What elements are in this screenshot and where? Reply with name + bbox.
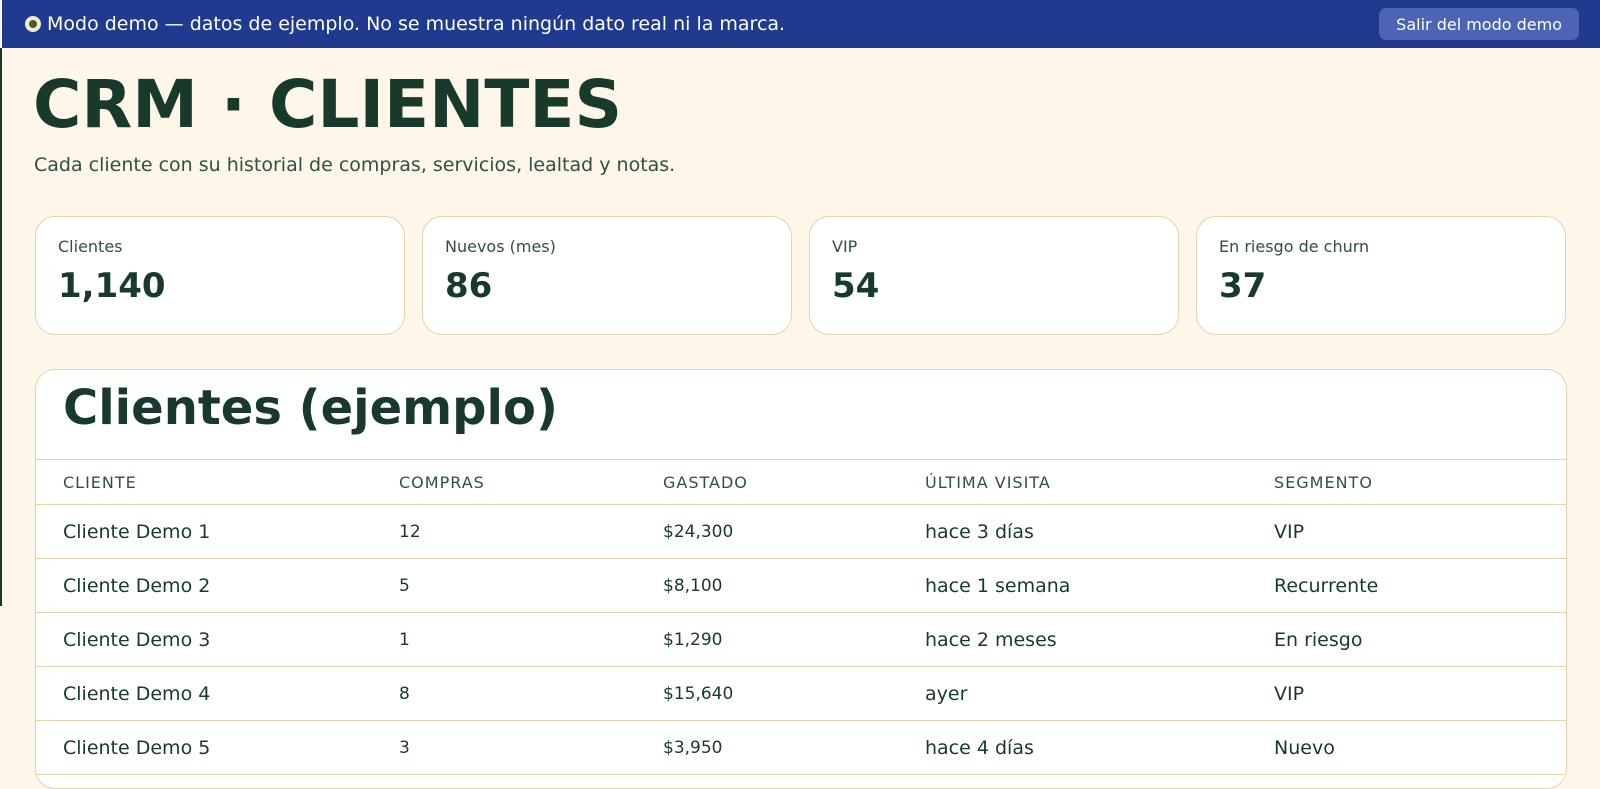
segment-cell: VIP bbox=[1274, 504, 1566, 559]
client-name-cell: Cliente Demo 2 bbox=[36, 558, 399, 613]
table-row[interactable]: Cliente Demo 5 3 $3,950 hace 4 días Nuev… bbox=[36, 720, 1566, 775]
page-subtitle: Cada cliente con su historial de compras… bbox=[34, 154, 676, 176]
last-visit-cell: hace 2 meses bbox=[925, 612, 1274, 667]
column-header-purchases: COMPRAS bbox=[399, 459, 663, 505]
kpi-card-vip: VIP 54 bbox=[809, 216, 1179, 335]
eye-icon bbox=[25, 16, 41, 32]
left-edge-divider bbox=[0, 48, 2, 606]
table-header-row: CLIENTE COMPRAS GASTADO ÚLTIMA VISITA SE… bbox=[36, 459, 1566, 505]
clients-table-title: Clientes (ejemplo) bbox=[63, 380, 558, 436]
client-name-cell: Cliente Demo 5 bbox=[36, 720, 399, 775]
exit-demo-button[interactable]: Salir del modo demo bbox=[1379, 8, 1579, 40]
kpi-label: Clientes bbox=[58, 237, 123, 256]
kpi-card-new: Nuevos (mes) 86 bbox=[422, 216, 792, 335]
kpi-card-churn-risk: En riesgo de churn 37 bbox=[1196, 216, 1566, 335]
table-row[interactable]: Cliente Demo 2 5 $8,100 hace 1 semana Re… bbox=[36, 558, 1566, 613]
column-header-client: CLIENTE bbox=[36, 459, 399, 505]
last-visit-cell: ayer bbox=[925, 666, 1274, 721]
last-visit-cell: hace 1 semana bbox=[925, 558, 1274, 613]
demo-mode-banner: Modo demo — datos de ejemplo. No se mues… bbox=[2, 0, 1600, 48]
client-name-cell: Cliente Demo 1 bbox=[36, 504, 399, 559]
table-row[interactable]: Cliente Demo 3 1 $1,290 hace 2 meses En … bbox=[36, 612, 1566, 667]
kpi-value: 54 bbox=[832, 266, 880, 306]
purchases-cell: 1 bbox=[399, 612, 663, 667]
purchases-cell: 5 bbox=[399, 558, 663, 613]
last-visit-cell: hace 4 días bbox=[925, 720, 1274, 775]
purchases-cell: 12 bbox=[399, 504, 663, 559]
spent-cell: $24,300 bbox=[663, 504, 925, 559]
column-header-spent: GASTADO bbox=[663, 459, 925, 505]
segment-cell: En riesgo bbox=[1274, 612, 1566, 667]
kpi-cards: Clientes 1,140 Nuevos (mes) 86 VIP 54 En… bbox=[35, 216, 1567, 335]
kpi-label: Nuevos (mes) bbox=[445, 237, 556, 256]
kpi-card-clients: Clientes 1,140 bbox=[35, 216, 405, 335]
clients-table: CLIENTE COMPRAS GASTADO ÚLTIMA VISITA SE… bbox=[36, 459, 1566, 775]
segment-cell: Nuevo bbox=[1274, 720, 1566, 775]
spent-cell: $8,100 bbox=[663, 558, 925, 613]
segment-cell: Recurrente bbox=[1274, 558, 1566, 613]
kpi-value: 1,140 bbox=[58, 266, 166, 306]
clients-panel: Clientes (ejemplo) CLIENTE COMPRAS GASTA… bbox=[35, 369, 1567, 789]
segment-cell: VIP bbox=[1274, 666, 1566, 721]
spent-cell: $1,290 bbox=[663, 612, 925, 667]
spent-cell: $15,640 bbox=[663, 666, 925, 721]
kpi-label: VIP bbox=[832, 237, 858, 256]
demo-mode-message: Modo demo — datos de ejemplo. No se mues… bbox=[25, 13, 785, 35]
column-header-segment: SEGMENTO bbox=[1274, 459, 1566, 505]
table-row[interactable]: Cliente Demo 1 12 $24,300 hace 3 días VI… bbox=[36, 504, 1566, 559]
page-title: CRM · CLIENTES bbox=[33, 66, 622, 143]
spent-cell: $3,950 bbox=[663, 720, 925, 775]
demo-mode-text: Modo demo — datos de ejemplo. No se mues… bbox=[47, 13, 786, 35]
column-header-last-visit: ÚLTIMA VISITA bbox=[925, 459, 1274, 505]
kpi-label: En riesgo de churn bbox=[1219, 237, 1370, 256]
purchases-cell: 8 bbox=[399, 666, 663, 721]
client-name-cell: Cliente Demo 3 bbox=[36, 612, 399, 667]
purchases-cell: 3 bbox=[399, 720, 663, 775]
kpi-value: 37 bbox=[1219, 266, 1267, 306]
client-name-cell: Cliente Demo 4 bbox=[36, 666, 399, 721]
table-row[interactable]: Cliente Demo 4 8 $15,640 ayer VIP bbox=[36, 666, 1566, 721]
kpi-value: 86 bbox=[445, 266, 493, 306]
last-visit-cell: hace 3 días bbox=[925, 504, 1274, 559]
